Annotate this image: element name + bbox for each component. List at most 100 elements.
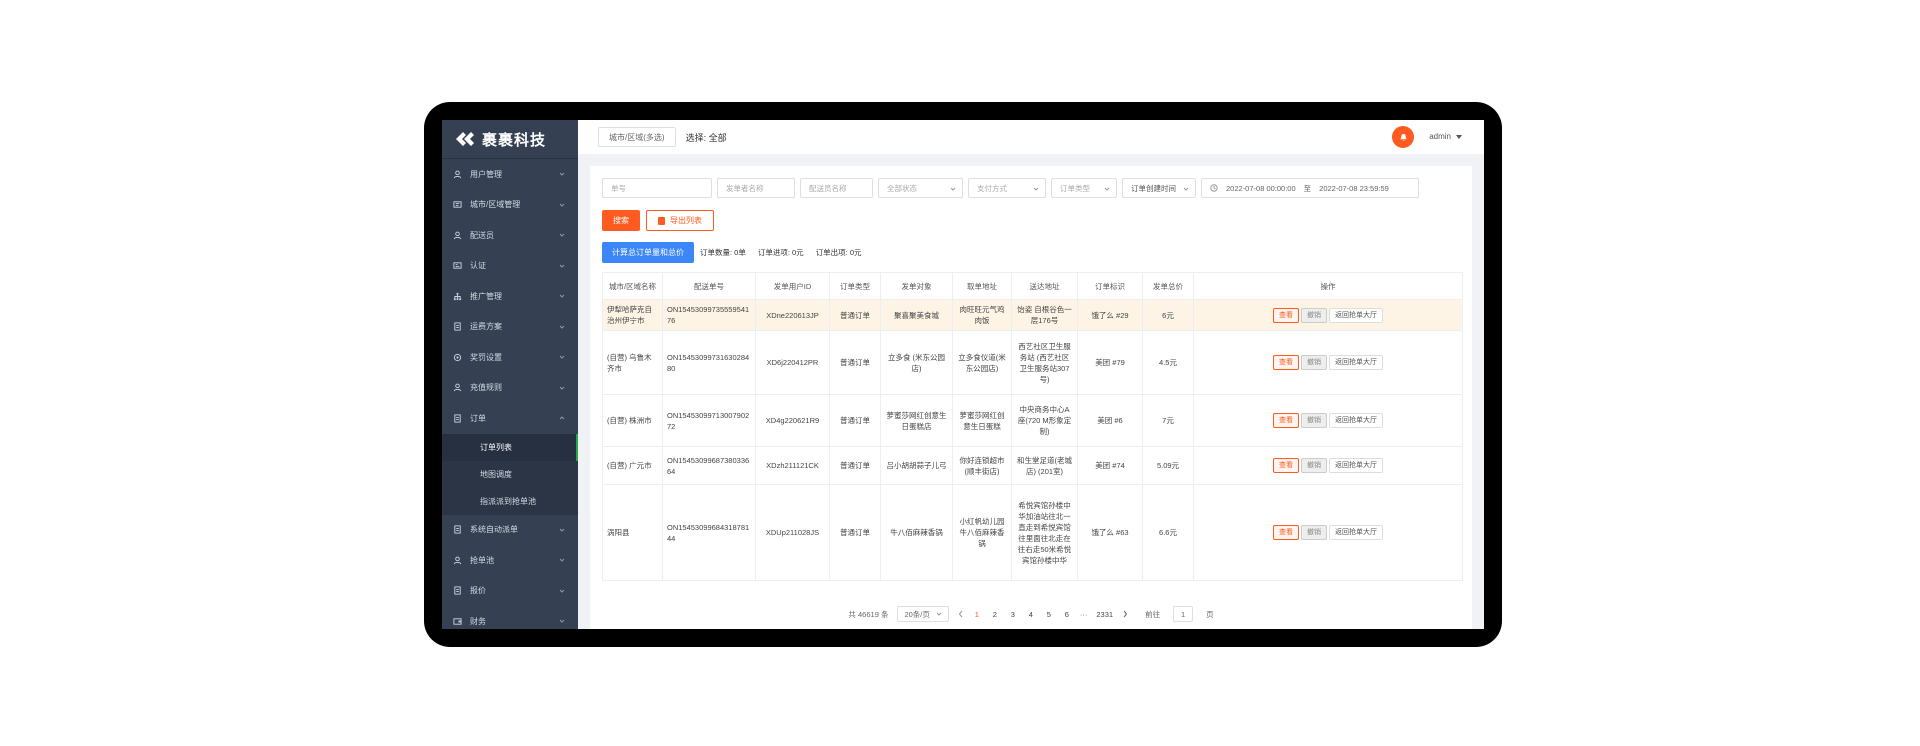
sidebar-item[interactable]: 系统自动派单 bbox=[442, 515, 578, 546]
return-to-hall-button[interactable]: 返回抢单大厅 bbox=[1329, 413, 1383, 428]
view-button[interactable]: 查看 bbox=[1273, 458, 1299, 473]
order-panel: 单号 发单者名称 配送员名称 全部状态 支付方式 订单类型 订单创建时间 202… bbox=[590, 166, 1472, 629]
return-to-hall-button[interactable]: 返回抢单大厅 bbox=[1329, 525, 1383, 540]
date-start: 2022-07-08 00:00:00 bbox=[1226, 183, 1296, 193]
page-list: 1 2 3 4 5 6 bbox=[973, 610, 1071, 619]
sender-input[interactable]: 发单者名称 bbox=[717, 178, 795, 198]
view-button[interactable]: 查看 bbox=[1273, 525, 1299, 540]
sidebar-item[interactable]: 配送员 bbox=[442, 220, 578, 251]
view-button[interactable]: 查看 bbox=[1273, 307, 1299, 323]
order-no-input[interactable]: 单号 bbox=[602, 178, 712, 198]
sidebar-subitem[interactable]: 指派派到抢单池 bbox=[442, 487, 578, 515]
chevron-down-icon bbox=[559, 355, 565, 359]
page-number[interactable]: 4 bbox=[1027, 610, 1035, 619]
payment-select-value: 支付方式 bbox=[977, 183, 1007, 193]
sidebar: 裹裹科技 用户管理 城市/区域管理 配送员 认证 推广管理 运费方案 奖罚设置 充值规则 订单订… bbox=[442, 120, 578, 629]
chevron-up-icon bbox=[559, 416, 565, 420]
chevron-down-icon bbox=[559, 325, 565, 329]
view-button[interactable]: 查看 bbox=[1273, 355, 1299, 370]
clock-icon bbox=[1210, 184, 1218, 192]
export-label: 导出列表 bbox=[670, 216, 702, 225]
payment-select[interactable]: 支付方式 bbox=[968, 178, 1046, 198]
next-page-icon[interactable] bbox=[1122, 610, 1128, 618]
table-row: (自营) 株洲市 ON1545309971300790272 XD4g220621R… bbox=[602, 394, 1463, 447]
chevron-down-icon bbox=[1033, 187, 1039, 191]
cell-pickup: 萝蜜莎网红创意生日蛋糕 bbox=[952, 394, 1012, 447]
page-number[interactable]: 3 bbox=[1009, 610, 1017, 619]
city-select-button[interactable]: 城市/区域(多选) bbox=[598, 127, 676, 147]
user-icon bbox=[452, 383, 462, 393]
notification-bell-icon[interactable] bbox=[1392, 126, 1414, 148]
cell-user-id: XDzh211121CK bbox=[755, 446, 830, 485]
sidebar-item[interactable]: 抢单池 bbox=[442, 545, 578, 576]
time-type-select[interactable]: 订单创建时间 bbox=[1122, 178, 1196, 198]
export-button[interactable]: 导出列表 bbox=[646, 210, 714, 231]
page-number[interactable]: 5 bbox=[1045, 610, 1053, 619]
sidebar-item[interactable]: 推广管理 bbox=[442, 281, 578, 312]
cell-order-no: ON1545309968431878144 bbox=[662, 484, 756, 581]
cell-tag: 饿了么 #63 bbox=[1077, 484, 1143, 581]
chevron-down-icon bbox=[559, 172, 565, 176]
sidebar-item[interactable]: 用户管理 bbox=[442, 159, 578, 190]
cancel-button[interactable]: 撤销 bbox=[1301, 525, 1327, 540]
city-icon bbox=[452, 200, 462, 210]
cancel-button[interactable]: 撤销 bbox=[1301, 307, 1327, 323]
prev-page-icon[interactable] bbox=[958, 610, 964, 618]
chevron-down-icon bbox=[559, 528, 565, 532]
main-area: 城市/区域(多选) 选择: 全部 admin 单号 发单者名称 配送员名称 全部… bbox=[578, 120, 1484, 629]
page-number[interactable]: 6 bbox=[1063, 610, 1071, 619]
cell-target: 吕小胡胡蒜子儿弓 bbox=[880, 446, 953, 485]
sidebar-item[interactable]: 奖罚设置 bbox=[442, 342, 578, 373]
status-select[interactable]: 全部状态 bbox=[878, 178, 963, 198]
goto-page-input[interactable]: 1 bbox=[1173, 606, 1194, 622]
table-row: (自营) 乌鲁木齐市 ON1545309973163028480 XD6j22041… bbox=[602, 330, 1463, 395]
courier-input[interactable]: 配送员名称 bbox=[800, 178, 873, 198]
date-end: 2022-07-08 23:59:59 bbox=[1319, 183, 1389, 193]
page-number[interactable]: 2 bbox=[991, 610, 999, 619]
cancel-button[interactable]: 撤销 bbox=[1301, 458, 1327, 473]
return-to-hall-button[interactable]: 返回抢单大厅 bbox=[1329, 307, 1383, 323]
cell-price: 5.09元 bbox=[1142, 446, 1194, 485]
sidebar-item[interactable]: 报价 bbox=[442, 576, 578, 607]
sidebar-item[interactable]: 运费方案 bbox=[442, 312, 578, 343]
chevron-down-icon bbox=[559, 619, 565, 623]
sidebar-item[interactable]: 认证 bbox=[442, 251, 578, 282]
sidebar-item[interactable]: 充值规则 bbox=[442, 373, 578, 404]
search-button[interactable]: 搜索 bbox=[602, 210, 640, 231]
view-button[interactable]: 查看 bbox=[1273, 413, 1299, 428]
page-size-select[interactable]: 20条/页 bbox=[897, 606, 949, 622]
sidebar-subitem[interactable]: 地图调度 bbox=[442, 460, 578, 488]
sidebar-item[interactable]: 城市/区域管理 bbox=[442, 190, 578, 221]
page-number[interactable]: 1 bbox=[973, 610, 981, 619]
column-header: 发单用户ID bbox=[755, 272, 830, 300]
sidebar-item-label: 推广管理 bbox=[470, 291, 502, 301]
settings-icon bbox=[452, 352, 462, 362]
doc-icon bbox=[452, 525, 462, 535]
order-type-select[interactable]: 订单类型 bbox=[1051, 178, 1117, 198]
return-to-hall-button[interactable]: 返回抢单大厅 bbox=[1329, 458, 1383, 473]
cancel-button[interactable]: 撤销 bbox=[1301, 355, 1327, 370]
time-type-select-value: 订单创建时间 bbox=[1131, 183, 1176, 193]
cell-target: 萝蜜莎网红创意生日蛋糕店 bbox=[880, 394, 953, 447]
chevron-down-icon bbox=[559, 233, 565, 237]
return-to-hall-button[interactable]: 返回抢单大厅 bbox=[1329, 355, 1383, 370]
stat-income: 订单进项: 0元 bbox=[757, 248, 804, 257]
sidebar-item-label: 报价 bbox=[470, 586, 486, 596]
calc-total-button[interactable]: 计算总订单量和总价 bbox=[602, 242, 694, 263]
page-size-value: 20条/页 bbox=[904, 609, 930, 619]
page-last[interactable]: 2331 bbox=[1096, 610, 1113, 619]
sidebar-subitem[interactable]: 订单列表 bbox=[442, 433, 578, 461]
page-ellipsis[interactable]: ··· bbox=[1080, 610, 1088, 619]
sidebar-item[interactable]: 订单 bbox=[442, 403, 578, 434]
date-range-picker[interactable]: 2022-07-08 00:00:00 至 2022-07-08 23:59:5… bbox=[1201, 178, 1419, 198]
sidebar-item[interactable]: 财务 bbox=[442, 606, 578, 629]
cancel-button[interactable]: 撤销 bbox=[1301, 413, 1327, 428]
user-menu[interactable]: admin bbox=[1429, 132, 1462, 141]
sidebar-item-label: 财务 bbox=[470, 616, 486, 626]
id-card-icon bbox=[452, 261, 462, 271]
status-select-value: 全部状态 bbox=[887, 183, 917, 193]
chevron-down-icon bbox=[559, 203, 565, 207]
cell-type: 普通订单 bbox=[829, 299, 881, 331]
cell-order-no: ON1545309973163028480 bbox=[662, 330, 756, 395]
column-header: 操作 bbox=[1193, 272, 1463, 300]
